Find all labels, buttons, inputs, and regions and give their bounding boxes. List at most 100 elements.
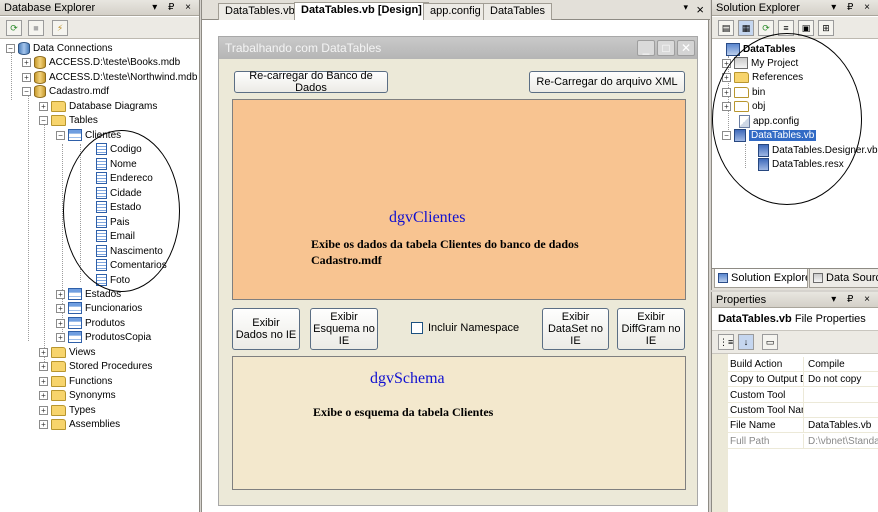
- panel-window-buttons[interactable]: ▾ ₽ ×: [831, 292, 874, 308]
- tab-app-config[interactable]: app.config: [423, 3, 488, 20]
- collapse-icon[interactable]: −: [22, 87, 31, 96]
- include-namespace-checkbox[interactable]: [411, 322, 423, 334]
- tree-node-bin[interactable]: + bin: [722, 86, 765, 100]
- tree-node-table-produtos[interactable]: + Produtos: [56, 317, 125, 331]
- close-icon[interactable]: ✕: [677, 40, 695, 56]
- tree-node-functions[interactable]: + Functions: [39, 375, 112, 389]
- tree-node-column[interactable]: Estado: [96, 201, 141, 215]
- tab-list-dropdown-icon[interactable]: ▾: [683, 2, 688, 13]
- tree-node-obj[interactable]: + obj: [722, 100, 765, 114]
- property-pages-icon[interactable]: ▭: [762, 334, 778, 350]
- show-all-files-icon[interactable]: ▦: [738, 20, 754, 36]
- property-row-custom-tool[interactable]: Custom Tool: [712, 388, 878, 403]
- tree-node-table-produtoscopia[interactable]: + ProdutosCopia: [56, 331, 151, 345]
- expand-icon[interactable]: +: [56, 303, 65, 313]
- alphabetical-icon[interactable]: ↓: [738, 334, 754, 350]
- tree-node-connection-northwind[interactable]: + ACCESS.D:\teste\Northwind.mdb: [22, 71, 197, 85]
- expand-icon[interactable]: +: [722, 58, 731, 68]
- tree-node-column[interactable]: Nascimento: [96, 245, 163, 259]
- properties-object-selector[interactable]: DataTables.vb File Properties: [712, 308, 878, 330]
- tree-node-datatables-vb[interactable]: − DataTables.vb: [722, 129, 817, 143]
- tab-solution-explorer[interactable]: Solution Explorer: [714, 269, 808, 288]
- collapse-icon[interactable]: −: [56, 130, 65, 140]
- property-row-full-path[interactable]: Full PathD:\vbnet\Standard: [712, 434, 878, 449]
- tree-node-connection-books[interactable]: + ACCESS.D:\teste\Books.mdb: [22, 56, 180, 70]
- expand-icon[interactable]: +: [22, 58, 31, 67]
- categorized-icon[interactable]: ⋮≡: [718, 334, 734, 350]
- property-row-custom-tool-namespace[interactable]: Custom Tool Namespace: [712, 403, 878, 418]
- tree-node-column[interactable]: Email: [96, 230, 135, 244]
- maximize-icon[interactable]: □: [657, 40, 675, 56]
- property-row-file-name[interactable]: File Name DataTables.vb: [712, 418, 878, 433]
- tree-node-column[interactable]: Comentarios: [96, 259, 167, 273]
- show-dataset-ie-button[interactable]: Exibir DataSet no IE: [542, 308, 609, 350]
- expand-icon[interactable]: +: [722, 101, 731, 111]
- tree-node-references[interactable]: + References: [722, 71, 803, 85]
- expand-icon[interactable]: +: [39, 361, 48, 371]
- show-schema-ie-button[interactable]: Exibir Esquema no IE: [310, 308, 378, 350]
- tree-node-tables[interactable]: − Tables: [39, 114, 98, 128]
- show-data-ie-button[interactable]: Exibir Dados no IE: [232, 308, 300, 350]
- view-designer-icon[interactable]: ▣: [798, 20, 814, 36]
- tree-node-table-estados[interactable]: + Estados: [56, 288, 121, 302]
- expand-icon[interactable]: +: [39, 390, 48, 400]
- refresh-icon[interactable]: ⟳: [6, 20, 22, 36]
- tree-node-views[interactable]: + Views: [39, 346, 96, 360]
- tab-datatables-vb[interactable]: DataTables.vb: [218, 3, 302, 20]
- tree-node-database-diagrams[interactable]: + Database Diagrams: [39, 100, 157, 114]
- property-row-build-action[interactable]: Build Action Compile: [712, 357, 878, 372]
- expand-icon[interactable]: +: [56, 289, 65, 299]
- panel-window-buttons[interactable]: ▾ ₽ ×: [831, 0, 874, 16]
- expand-icon[interactable]: +: [39, 419, 48, 429]
- tab-datatables-design[interactable]: DataTables.vb [Design]: [294, 2, 429, 20]
- tree-node-column[interactable]: Nome: [96, 158, 137, 172]
- collapse-icon[interactable]: −: [722, 131, 731, 140]
- tree-node-column[interactable]: Foto: [96, 274, 130, 288]
- tree-node-column[interactable]: Codigo: [96, 143, 142, 157]
- tree-node-column[interactable]: Pais: [96, 216, 129, 230]
- minimize-icon[interactable]: _: [637, 40, 655, 56]
- tree-node-assemblies[interactable]: + Assemblies: [39, 418, 120, 432]
- show-diffgram-ie-button[interactable]: Exibir DiffGram no IE: [617, 308, 685, 350]
- properties-icon[interactable]: ▤: [718, 20, 734, 36]
- tree-node-table-clientes[interactable]: − Clientes: [56, 129, 121, 143]
- tree-node-designer-vb[interactable]: DataTables.Designer.vb: [758, 144, 878, 158]
- tree-node-data-connections[interactable]: − Data Connections: [6, 42, 113, 56]
- collapse-icon[interactable]: −: [6, 44, 15, 53]
- expand-icon[interactable]: +: [722, 87, 731, 97]
- tree-node-stored-procedures[interactable]: + Stored Procedures: [39, 360, 152, 374]
- class-diagram-icon[interactable]: ⊞: [818, 20, 834, 36]
- tree-node-synonyms[interactable]: + Synonyms: [39, 389, 116, 403]
- tree-node-column[interactable]: Cidade: [96, 187, 142, 201]
- tree-node-column[interactable]: Endereco: [96, 172, 153, 186]
- tree-node-project[interactable]: DataTables: [726, 43, 796, 57]
- expand-icon[interactable]: +: [39, 347, 48, 357]
- stop-icon[interactable]: ■: [28, 20, 44, 36]
- tree-node-table-funcionarios[interactable]: + Funcionarios: [56, 302, 142, 316]
- tree-node-app-config[interactable]: app.config: [739, 115, 799, 129]
- close-document-icon[interactable]: ×: [696, 2, 704, 17]
- expand-icon[interactable]: +: [722, 72, 731, 82]
- collapse-icon[interactable]: −: [39, 115, 48, 125]
- connect-database-icon[interactable]: ⚡: [52, 20, 68, 36]
- expand-icon[interactable]: +: [39, 376, 48, 386]
- tree-node-connection-cadastro[interactable]: − Cadastro.mdf: [22, 85, 109, 99]
- tree-node-types[interactable]: + Types: [39, 404, 96, 418]
- reload-database-button[interactable]: Re-carregar do Banco de Dados: [234, 70, 388, 94]
- expand-icon[interactable]: +: [22, 73, 31, 82]
- tab-data-sources[interactable]: Data Sources: [809, 269, 878, 288]
- property-row-copy-to-output[interactable]: Copy to Output DirectoryDo not copy: [712, 372, 878, 387]
- datagrid-clientes[interactable]: [232, 99, 686, 300]
- tab-datatables[interactable]: DataTables: [483, 3, 553, 20]
- expand-icon[interactable]: +: [56, 318, 65, 328]
- expand-icon[interactable]: +: [39, 405, 48, 415]
- panel-window-buttons[interactable]: ▾ ₽ ×: [152, 0, 195, 16]
- reload-xml-button[interactable]: Re-Carregar do arquivo XML: [529, 71, 685, 93]
- tree-node-resx[interactable]: DataTables.resx: [758, 158, 844, 172]
- view-code-icon[interactable]: ≡: [778, 20, 794, 36]
- expand-icon[interactable]: +: [56, 332, 65, 342]
- datagrid-schema[interactable]: [232, 356, 686, 490]
- tree-node-my-project[interactable]: + My Project: [722, 57, 798, 71]
- refresh-icon[interactable]: ⟳: [758, 20, 774, 36]
- expand-icon[interactable]: +: [39, 101, 48, 111]
